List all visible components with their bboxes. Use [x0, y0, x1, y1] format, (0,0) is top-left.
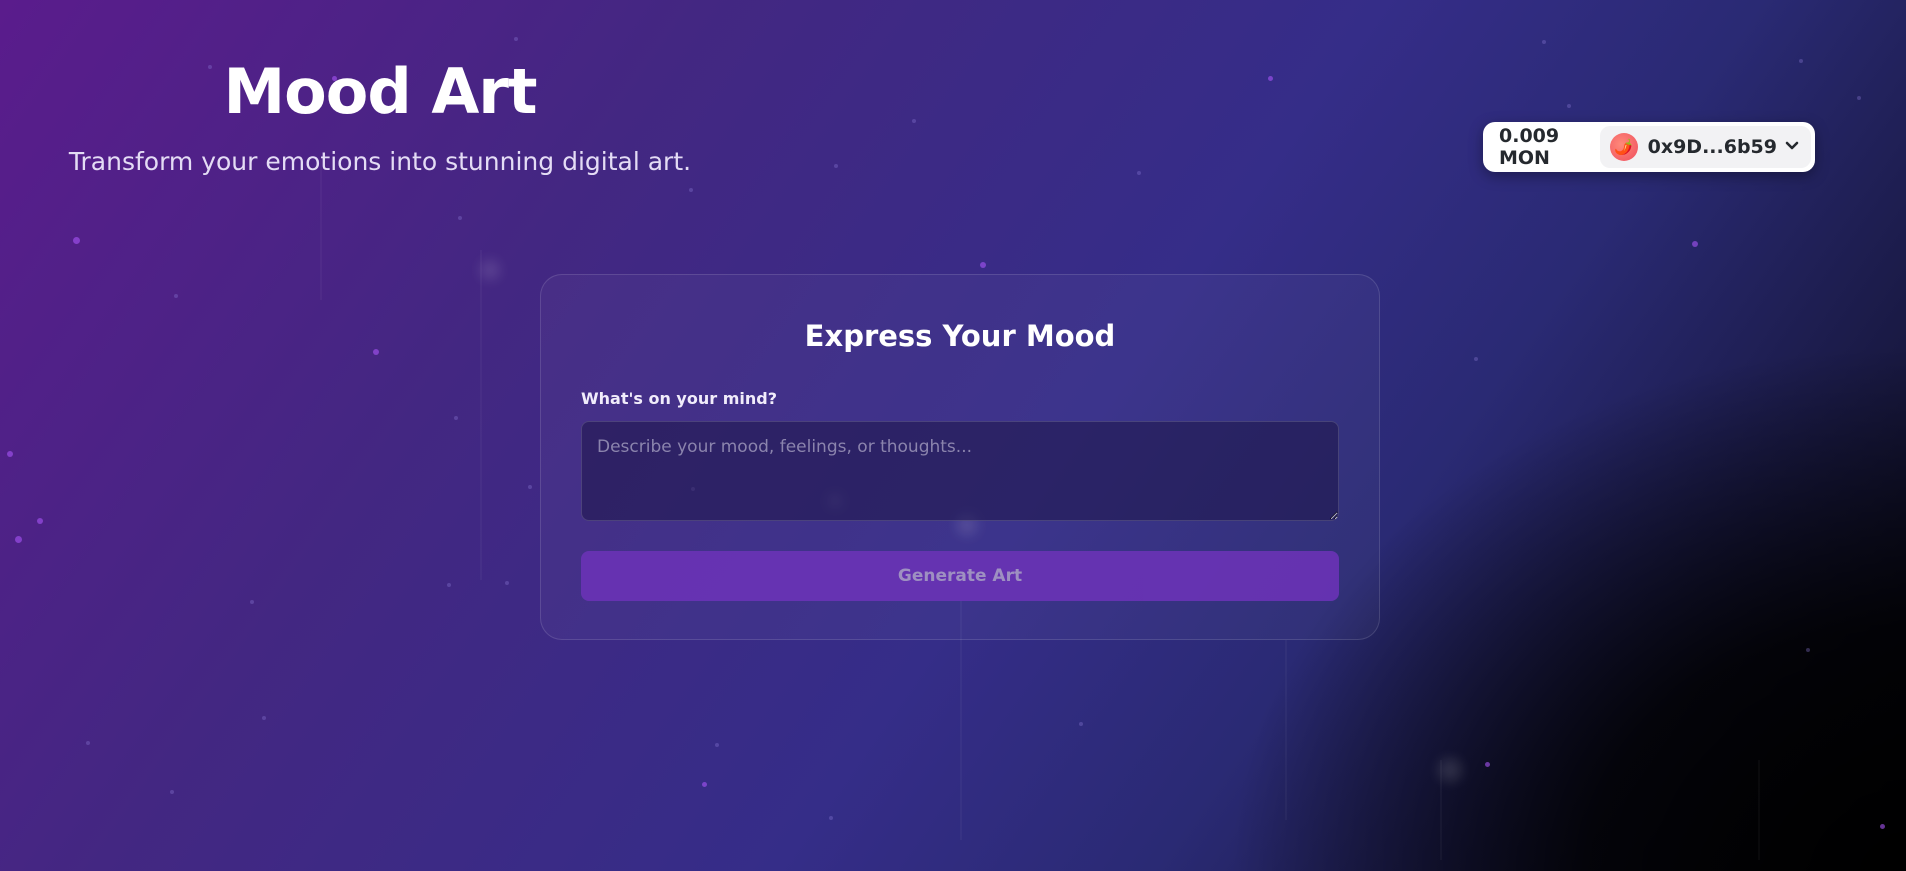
particle [454, 416, 458, 420]
grid-line [320, 160, 322, 300]
particle [447, 583, 451, 587]
glow-particle [1438, 758, 1462, 782]
particle [458, 216, 462, 220]
particle [1485, 762, 1490, 767]
particle [1567, 104, 1571, 108]
particle [528, 485, 532, 489]
particle [1137, 171, 1141, 175]
hero: Mood Art Transform your emotions into st… [60, 52, 700, 178]
grid-line [1440, 760, 1442, 860]
form-heading: Express Your Mood [804, 319, 1116, 353]
glow-particle [480, 260, 500, 280]
particle [505, 581, 509, 585]
particle [1079, 722, 1083, 726]
particle [250, 600, 254, 604]
particle [1799, 59, 1803, 63]
grid-line [1758, 760, 1760, 860]
wallet-connect-button[interactable]: 0.009 MON 🌶️ 0x9D...6b59 [1483, 122, 1815, 172]
particle [73, 237, 80, 244]
particle [912, 119, 916, 123]
particle [1542, 40, 1546, 44]
particle [1268, 76, 1273, 81]
account-button[interactable]: 🌶️ 0x9D...6b59 [1599, 126, 1811, 168]
particle [1806, 648, 1810, 652]
particle [262, 716, 266, 720]
particle [514, 37, 518, 41]
wallet-balance: 0.009 MON [1499, 125, 1560, 169]
particle [15, 536, 22, 543]
wallet-address: 0x9D...6b59 [1647, 136, 1777, 158]
particle [702, 782, 707, 787]
mood-form-card: Express Your Mood What's on your mind? G… [540, 274, 1380, 640]
particle [980, 262, 986, 268]
mood-input-label: What's on your mind? [581, 389, 777, 408]
app-subtitle: Transform your emotions into stunning di… [68, 147, 692, 176]
particle [37, 518, 43, 524]
particle [170, 790, 174, 794]
particle [1880, 824, 1885, 829]
particle [1692, 241, 1698, 247]
generate-art-button[interactable]: Generate Art [581, 551, 1339, 601]
particle [834, 164, 838, 168]
particle [373, 349, 379, 355]
particle [689, 188, 693, 192]
chevron-down-icon [1785, 139, 1799, 155]
particle [174, 294, 178, 298]
avatar: 🌶️ [1609, 133, 1638, 161]
particle [715, 743, 719, 747]
particle [1857, 96, 1861, 100]
app-title: Mood Art [223, 55, 537, 128]
grid-line [480, 250, 482, 580]
particle [7, 451, 13, 457]
grid-line [1285, 640, 1287, 820]
particle [86, 741, 90, 745]
mood-input[interactable] [581, 421, 1339, 521]
particle [829, 816, 833, 820]
particle [1474, 357, 1478, 361]
